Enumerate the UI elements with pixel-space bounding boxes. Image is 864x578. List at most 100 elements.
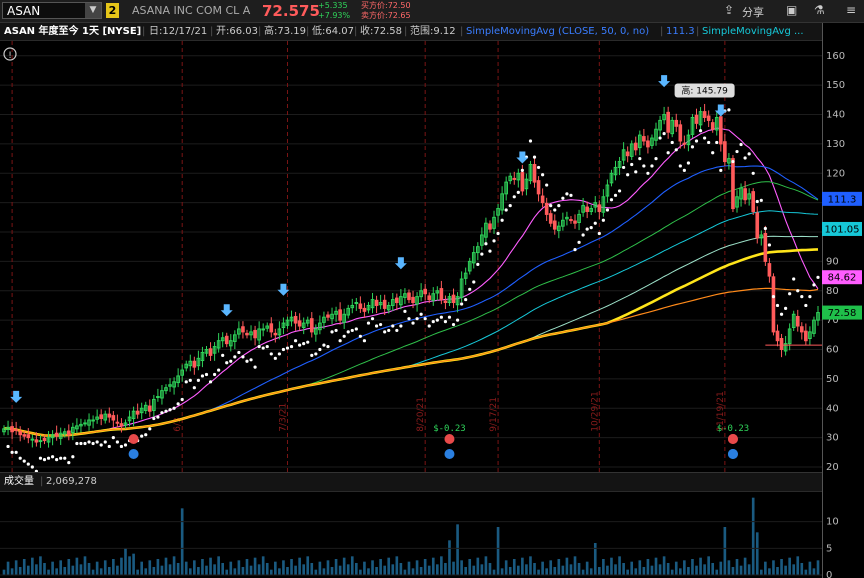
volume-tick-label: 10 [826, 517, 839, 528]
sar-dot [91, 441, 95, 446]
candle-body [326, 314, 330, 318]
volume-bar [306, 556, 310, 575]
sar-dot [71, 455, 75, 459]
volume-bar [18, 567, 22, 575]
sar-dot [476, 262, 480, 266]
volume-bar [525, 564, 528, 575]
price-chart[interactable]: 6/3 7/3/21 8/20/21 9/17/21 10/29/21 11/19/21高… [0, 41, 822, 473]
flask-icon[interactable]: ⚗ [814, 3, 825, 19]
candle-body [297, 320, 302, 327]
sar-dot [399, 324, 403, 328]
volume-bar [286, 567, 289, 575]
volume-bar [229, 561, 233, 575]
note-icon[interactable]: ▣ [786, 3, 797, 19]
volume-bar [630, 561, 634, 575]
volume-bar [367, 568, 370, 575]
sar-dot [565, 192, 569, 196]
sar-dot [314, 352, 318, 356]
sar-dot [107, 444, 111, 449]
share-button[interactable]: 分享 [742, 4, 764, 20]
price-tag-label: 101.05 [825, 224, 860, 235]
volume-bar [91, 569, 95, 575]
sar-dot [358, 334, 362, 338]
volume-bar [593, 543, 597, 575]
volume-bar [103, 560, 107, 575]
candle-body [743, 188, 747, 201]
sar-dot [326, 344, 330, 349]
sma-line-200 [3, 287, 819, 437]
share-icon[interactable]: ⇪ [724, 3, 734, 19]
volume-bar [751, 497, 755, 575]
company-name: ASANA INC COM CL A [132, 4, 251, 17]
volume-bar [423, 559, 427, 575]
candle-body [573, 220, 577, 224]
sar-dot [310, 353, 314, 357]
candle-body [642, 136, 646, 142]
sar-dot [184, 380, 188, 384]
volume-bar [468, 559, 472, 575]
price-tick-label: 120 [826, 168, 845, 179]
volume-bar [743, 557, 747, 575]
sar-dot [22, 459, 26, 463]
candle-body [156, 396, 160, 399]
volume-bar [622, 563, 625, 575]
sar-dot [447, 315, 452, 319]
candle-body [10, 426, 14, 433]
sar-dot [512, 195, 516, 199]
sar-dot [59, 456, 63, 460]
sar-dot [759, 198, 763, 202]
volume-bar [274, 561, 277, 575]
sar-dot [788, 292, 792, 296]
volume-bar [456, 524, 459, 575]
candle-body [261, 328, 266, 331]
volume-bar [472, 565, 476, 575]
sar-dot [597, 231, 601, 236]
volume-bar [508, 567, 512, 575]
sar-dot [504, 208, 508, 212]
sar-dot [50, 455, 55, 459]
link-badge[interactable]: 2 [106, 3, 119, 18]
dividend-label: $-0.23 [717, 424, 750, 434]
sar-dot [508, 204, 512, 208]
candle-body [674, 119, 679, 127]
sar-dot [306, 340, 310, 344]
sar-dot [115, 440, 119, 444]
volume-bar [739, 565, 743, 575]
volume-bar [557, 559, 561, 575]
sar-dot [6, 444, 10, 449]
sar-dot [212, 372, 217, 377]
volume-bar [411, 568, 415, 575]
volume-bar [776, 567, 779, 575]
sar-dot [779, 312, 784, 316]
sar-dot [261, 346, 265, 350]
ask-price: 卖方价:72.65 [361, 11, 411, 20]
sar-dot [111, 436, 115, 440]
price-tick-label: 140 [826, 110, 845, 121]
volume-bar [448, 540, 451, 575]
sar-dot [374, 324, 379, 328]
candle-body [411, 296, 415, 304]
sar-dot [200, 374, 205, 378]
separator: | [660, 26, 664, 37]
candle-body [427, 295, 432, 301]
volume-bar [703, 564, 706, 575]
sar-dot [638, 157, 642, 161]
sar-dot [338, 339, 342, 343]
volume-bar [755, 532, 759, 575]
volume-bar [346, 564, 350, 575]
volume-bar [350, 556, 354, 575]
symbol-input[interactable]: ASAN ▼ [2, 2, 102, 19]
chevron-down-icon[interactable]: ▼ [85, 3, 101, 18]
sma-line-75 [3, 181, 819, 436]
volume-bar [120, 557, 123, 575]
volume-bar [371, 560, 374, 575]
sma-50-label[interactable]: SimpleMovingAvg (CLOSE, 50, 0, no) [466, 23, 649, 40]
sma-2-label[interactable]: SimpleMovingAvg ... [702, 23, 804, 40]
volume-bar [188, 568, 192, 575]
price-tick-label: 30 [826, 433, 839, 444]
menu-icon[interactable]: ≡ [846, 3, 856, 19]
candle-body [488, 223, 492, 230]
volume-label: 成交量 [4, 476, 34, 487]
candle-body [633, 142, 638, 151]
volume-chart[interactable] [0, 491, 822, 578]
